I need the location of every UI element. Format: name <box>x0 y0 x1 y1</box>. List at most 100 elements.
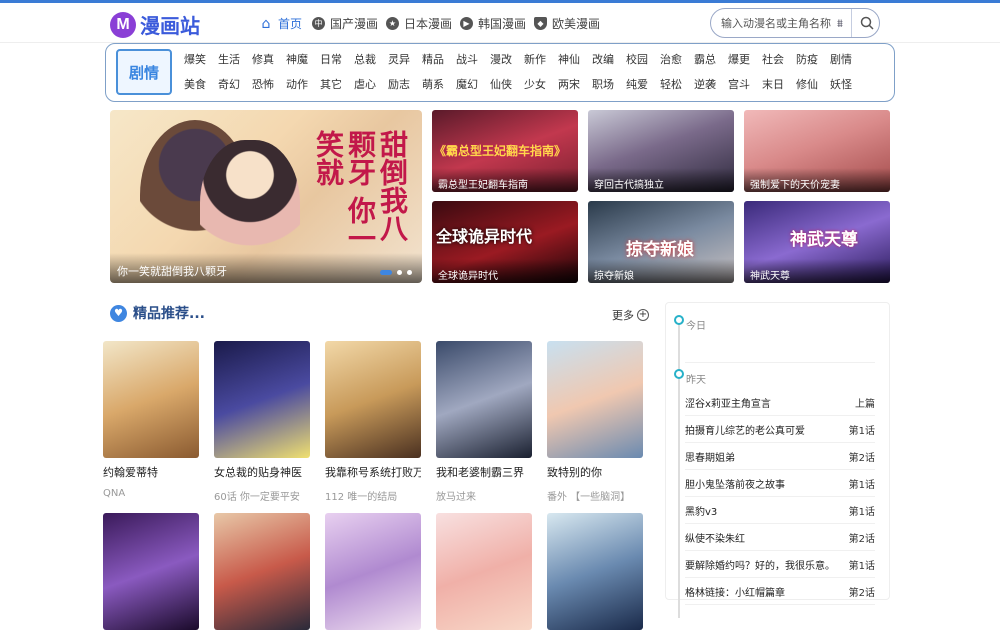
comic-cover[interactable] <box>214 341 310 458</box>
more-link[interactable]: 更多 + <box>612 307 649 323</box>
genre-tag[interactable]: 生活 <box>212 47 246 72</box>
update-comic-name[interactable]: 思春期姐弟 <box>685 449 735 464</box>
genre-tag[interactable]: 爆更 <box>722 47 756 72</box>
comic-card[interactable] <box>436 513 532 644</box>
update-comic-name[interactable]: 纵使不染朱红 <box>685 530 745 545</box>
genre-tag[interactable]: 霸总 <box>688 47 722 72</box>
comic-card[interactable]: 致特别的你 番外 【一些脑洞】 <box>547 341 643 503</box>
nav-chinese-comics[interactable]: 中 国产漫画 <box>312 15 378 32</box>
genre-tag[interactable]: 动作 <box>280 72 314 97</box>
comic-card[interactable]: 我和老婆制霸三界 放马过来 <box>436 341 532 503</box>
genre-tag[interactable]: 新作 <box>518 47 552 72</box>
nav-korean-comics[interactable]: ▶ 韩国漫画 <box>460 15 526 32</box>
banner-main[interactable]: 甜倒我八颗牙 你一笑就 你一笑就甜倒我八颗牙 <box>110 110 422 283</box>
genre-tag[interactable]: 恐怖 <box>246 72 280 97</box>
genre-tag[interactable]: 总裁 <box>348 47 382 72</box>
search-input[interactable] <box>721 13 843 33</box>
comic-title[interactable]: 女总裁的贴身神医 <box>214 464 310 480</box>
comic-cover[interactable] <box>103 513 199 630</box>
carousel-dot[interactable] <box>380 270 392 275</box>
comic-card[interactable] <box>325 513 421 644</box>
nav-western-comics[interactable]: ◆ 欧美漫画 <box>534 15 600 32</box>
banner-item[interactable]: 强制爱下的天价宠妻 <box>744 110 890 192</box>
update-row[interactable]: 要解除婚约吗？好的，我很乐意。因 第1话 <box>685 551 875 578</box>
genre-tag[interactable]: 防疫 <box>790 47 824 72</box>
search-button[interactable] <box>851 9 879 37</box>
banner-item[interactable]: 全球诡异时代 全球诡异时代 <box>432 201 578 283</box>
comic-cover[interactable] <box>214 513 310 630</box>
update-comic-name[interactable]: 胆小鬼坠落前夜之故事 <box>685 476 785 491</box>
genre-tag[interactable]: 轻松 <box>654 72 688 97</box>
update-episode[interactable]: 第1话 <box>849 557 875 572</box>
genre-tag[interactable]: 萌系 <box>416 72 450 97</box>
genre-tag[interactable]: 战斗 <box>450 47 484 72</box>
comic-card[interactable] <box>547 513 643 644</box>
update-comic-name[interactable]: 要解除婚约吗？好的，我很乐意。因 <box>685 557 835 572</box>
comic-title[interactable]: 我和老婆制霸三界 <box>436 464 532 480</box>
genre-tag[interactable]: 奇幻 <box>212 72 246 97</box>
update-episode[interactable]: 上篇 <box>855 395 875 410</box>
genre-tag[interactable]: 纯爱 <box>620 72 654 97</box>
banner-item[interactable]: 《霸总型王妃翻车指南》 霸总型王妃翻车指南 <box>432 110 578 192</box>
genre-tag[interactable]: 神魔 <box>280 47 314 72</box>
comic-card[interactable]: 女总裁的贴身神医 60话 你一定要平安 <box>214 341 310 503</box>
carousel-dot[interactable] <box>397 270 402 275</box>
genre-tag[interactable]: 改编 <box>586 47 620 72</box>
comic-title[interactable]: 致特别的你 <box>547 464 643 480</box>
update-row[interactable]: 拍摄育儿综艺的老公真可爱 第1话 <box>685 416 875 443</box>
update-episode[interactable]: 第2话 <box>849 449 875 464</box>
comic-cover[interactable] <box>547 513 643 630</box>
comic-cover[interactable] <box>325 341 421 458</box>
genre-tag[interactable]: 社会 <box>756 47 790 72</box>
genre-tag[interactable]: 校园 <box>620 47 654 72</box>
genre-tag[interactable]: 治愈 <box>654 47 688 72</box>
genre-tag[interactable]: 精品 <box>416 47 450 72</box>
genre-tag[interactable]: 妖怪 <box>824 72 858 97</box>
banner-item[interactable]: 穿回古代搞独立 <box>588 110 734 192</box>
genre-tag[interactable]: 少女 <box>518 72 552 97</box>
genre-tag[interactable]: 日常 <box>314 47 348 72</box>
genre-tag[interactable]: 仙侠 <box>484 72 518 97</box>
filter-icon[interactable]: ⩩ <box>837 17 843 31</box>
update-episode[interactable]: 第2话 <box>849 530 875 545</box>
genre-tag[interactable]: 虐心 <box>348 72 382 97</box>
banner-item[interactable]: 掠夺新娘 掠夺新娘 <box>588 201 734 283</box>
nav-japanese-comics[interactable]: ★ 日本漫画 <box>386 15 452 32</box>
banner-item[interactable]: 神武天尊 神武天尊 <box>744 201 890 283</box>
genre-tag[interactable]: 爆笑 <box>178 47 212 72</box>
update-row[interactable]: 黑豹v3 第1话 <box>685 497 875 524</box>
update-episode[interactable]: 第1话 <box>849 503 875 518</box>
nav-home[interactable]: ⌂ 首页 <box>259 15 302 32</box>
update-episode[interactable]: 第1话 <box>849 476 875 491</box>
genre-tag[interactable]: 魔幻 <box>450 72 484 97</box>
genre-tag[interactable]: 神仙 <box>552 47 586 72</box>
update-episode[interactable]: 第1话 <box>849 422 875 437</box>
update-row[interactable]: 纵使不染朱红 第2话 <box>685 524 875 551</box>
genre-tag[interactable]: 修仙 <box>790 72 824 97</box>
site-logo[interactable]: M 漫画站 <box>110 10 200 39</box>
comic-cover[interactable] <box>436 341 532 458</box>
comic-card[interactable]: 约翰爱蒂特 QNA <box>103 341 199 499</box>
update-comic-name[interactable]: 黑豹v3 <box>685 503 717 518</box>
genre-tag[interactable]: 两宋 <box>552 72 586 97</box>
update-comic-name[interactable]: 拍摄育儿综艺的老公真可爱 <box>685 422 805 437</box>
update-episode[interactable]: 第2话 <box>849 584 875 599</box>
update-row[interactable]: 涩谷x莉亚主角宣言 上篇 <box>685 389 875 416</box>
genre-tag[interactable]: 职场 <box>586 72 620 97</box>
comic-cover[interactable] <box>103 341 199 458</box>
genre-tag[interactable]: 美食 <box>178 72 212 97</box>
comic-title[interactable]: 我靠称号系统打败万 <box>325 464 421 480</box>
comic-card[interactable] <box>103 513 199 644</box>
genre-tag[interactable]: 宫斗 <box>722 72 756 97</box>
update-row[interactable]: 胆小鬼坠落前夜之故事 第1话 <box>685 470 875 497</box>
comic-cover[interactable] <box>325 513 421 630</box>
comic-cover[interactable] <box>436 513 532 630</box>
update-comic-name[interactable]: 涩谷x莉亚主角宣言 <box>685 395 771 410</box>
genre-tag[interactable]: 励志 <box>382 72 416 97</box>
genre-tag[interactable]: 漫改 <box>484 47 518 72</box>
genre-tag[interactable]: 修真 <box>246 47 280 72</box>
update-comic-name[interactable]: 格林链接：小红帽篇章 <box>685 584 785 599</box>
comic-card[interactable] <box>214 513 310 644</box>
comic-card[interactable]: 我靠称号系统打败万 112 唯一的结局 <box>325 341 421 503</box>
genre-tag[interactable]: 剧情 <box>824 47 858 72</box>
